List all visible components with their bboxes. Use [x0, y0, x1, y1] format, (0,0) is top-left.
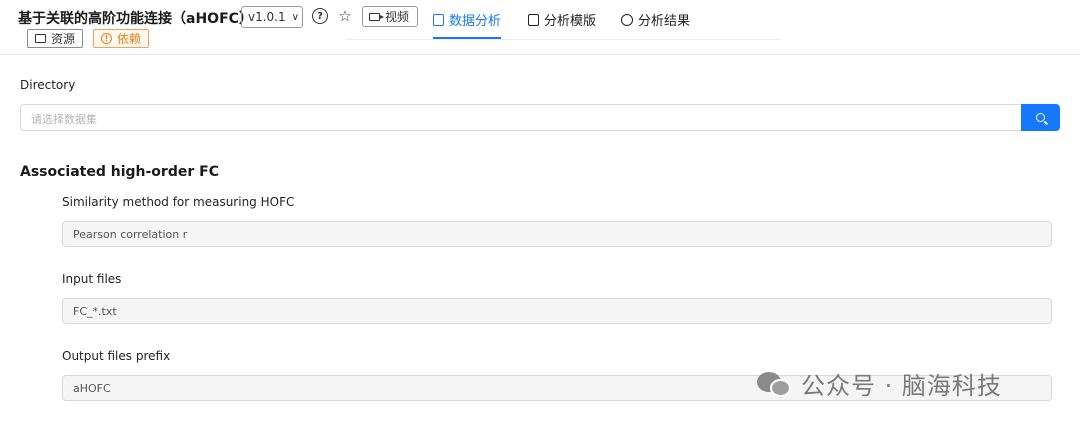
resources-tag[interactable]: 资源	[27, 29, 84, 48]
output-prefix-label: Output files prefix	[62, 349, 171, 363]
wechat-logo-icon	[757, 370, 793, 398]
input-files-field[interactable]: FC_*.txt	[62, 298, 1052, 324]
search-icon	[1036, 113, 1045, 122]
folder-icon	[35, 34, 46, 43]
similarity-method-label: Similarity method for measuring HOFC	[62, 195, 295, 209]
tab-label: 分析模版	[544, 14, 597, 29]
file-icon	[528, 13, 539, 26]
tab-analysis-results[interactable]: 分析结果	[621, 10, 690, 29]
watermark-text: 公众号 · 脑海科技	[801, 372, 1002, 400]
directory-input[interactable]: 请选择数据集	[20, 104, 1022, 131]
version-value: v1.0.1	[248, 10, 286, 24]
directory-label: Directory	[20, 78, 76, 92]
tab-bar: 数据分析 分析模版 分析结果	[345, 0, 780, 40]
help-icon[interactable]: ?	[312, 8, 328, 24]
tab-analysis-template[interactable]: 分析模版	[528, 10, 596, 29]
dependencies-tag[interactable]: ! 依赖	[93, 29, 150, 48]
info-circle-icon: !	[101, 33, 112, 44]
input-files-label: Input files	[62, 272, 122, 286]
similarity-method-field[interactable]: Pearson correlation r	[62, 221, 1052, 247]
tab-label: 数据分析	[449, 14, 502, 29]
chevron-down-icon: ∨	[291, 11, 299, 23]
page-title: 基于关联的高阶功能连接（aHOFC）	[18, 11, 253, 27]
watermark: 公众号 · 脑海科技	[757, 366, 1002, 401]
tab-data-analysis[interactable]: 数据分析	[433, 10, 502, 39]
dependencies-label: 依赖	[117, 32, 142, 46]
clock-icon	[621, 13, 633, 26]
resources-label: 资源	[51, 32, 76, 46]
tab-label: 分析结果	[638, 14, 691, 29]
directory-search-button[interactable]	[1021, 104, 1060, 131]
edit-icon	[433, 13, 444, 26]
section-title: Associated high-order FC	[20, 164, 219, 180]
top-bar: 基于关联的高阶功能连接（aHOFC） v1.0.1 ∨ ? ☆ 视频 资源 ! …	[0, 0, 1080, 55]
version-select[interactable]: v1.0.1 ∨	[241, 6, 303, 28]
